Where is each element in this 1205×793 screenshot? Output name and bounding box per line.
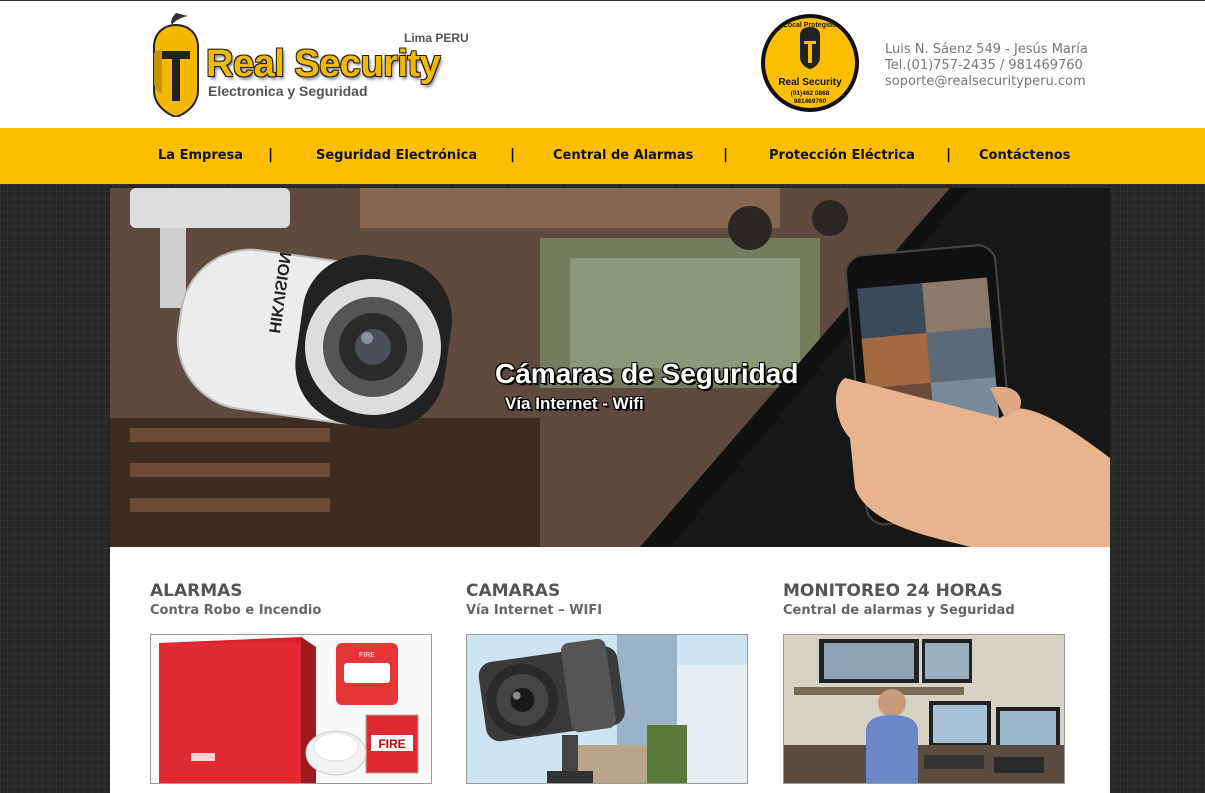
badge-phone-2: 981469760 [794,98,827,105]
service-image-monitoreo[interactable] [783,634,1065,784]
nav-separator: | [723,147,729,163]
hero-banner[interactable]: HIKVISION Cámaras de Seguridad Vía Inter… [110,188,1110,547]
service-subtitle: Vía Internet – WIFI [466,603,603,618]
badge-phone-1: (01)462 0868 [791,90,830,97]
service-card-monitoreo[interactable]: MONITOREO 24 HORAS Central de alarmas y … [783,581,1073,784]
service-subtitle: Central de alarmas y Seguridad [783,603,1015,618]
badge-brand-text: Real Security [778,77,842,88]
nav-separator: | [946,147,952,163]
service-card-alarmas[interactable]: ALARMAS Contra Robo e Incendio FIRE FIRE [150,581,440,784]
fire-label-top: FIRE [359,652,375,659]
site-logo[interactable]: Lima PERU Real Security Electronica y Se… [146,13,476,121]
protected-premises-badge: Local Protegido Real Security (01)462 08… [761,14,859,112]
brand-tagline: Electronica y Seguridad [208,83,368,99]
contact-address: Luis N. Sáenz 549 - Jesús María [885,42,1088,57]
service-title[interactable]: ALARMAS [150,581,440,601]
service-image-alarmas[interactable]: FIRE FIRE [150,634,432,784]
contact-phone[interactable]: Tel.(01)757-2435 / 981469760 [885,58,1088,74]
helmet-logo-icon [153,13,199,117]
service-title[interactable]: MONITOREO 24 HORAS [783,581,1073,601]
banner-subtitle: Vía Internet - Wifi [505,394,644,413]
service-subtitle: Contra Robo e Incendio [150,603,322,618]
service-card-camaras[interactable]: CAMARAS Vía Internet – WIFI [466,581,756,784]
fire-label-pull: FIRE [378,737,405,751]
nav-item-proteccion-electrica[interactable]: Protección Eléctrica [769,148,915,163]
security-camera-image [467,635,747,783]
service-image-camaras[interactable] [466,634,748,784]
nav-separator: | [268,147,274,163]
contact-email[interactable]: soporte@realsecurityperu.com [885,74,1088,90]
nav-item-central-de-alarmas[interactable]: Central de Alarmas [553,148,693,163]
banner-title: Cámaras de Seguridad [495,358,799,389]
contact-info: Luis N. Sáenz 549 - Jesús María Tel.(01)… [885,42,1088,90]
nav-separator: | [510,147,516,163]
main-navigation: La Empresa | Seguridad Electrónica | Cen… [0,128,1205,184]
monitoring-center-image [784,635,1064,783]
brand-name: Real Security [206,43,441,85]
services-section: ALARMAS Contra Robo e Incendio FIRE FIRE… [110,547,1110,793]
nav-item-seguridad-electronica[interactable]: Seguridad Electrónica [316,148,477,163]
nav-item-la-empresa[interactable]: La Empresa [158,148,243,163]
nav-item-contactenos[interactable]: Contáctenos [979,148,1070,163]
site-header: Lima PERU Real Security Electronica y Se… [0,0,1205,128]
service-title[interactable]: CAMARAS [466,581,756,601]
fire-alarm-equipment-image: FIRE FIRE [151,635,431,783]
